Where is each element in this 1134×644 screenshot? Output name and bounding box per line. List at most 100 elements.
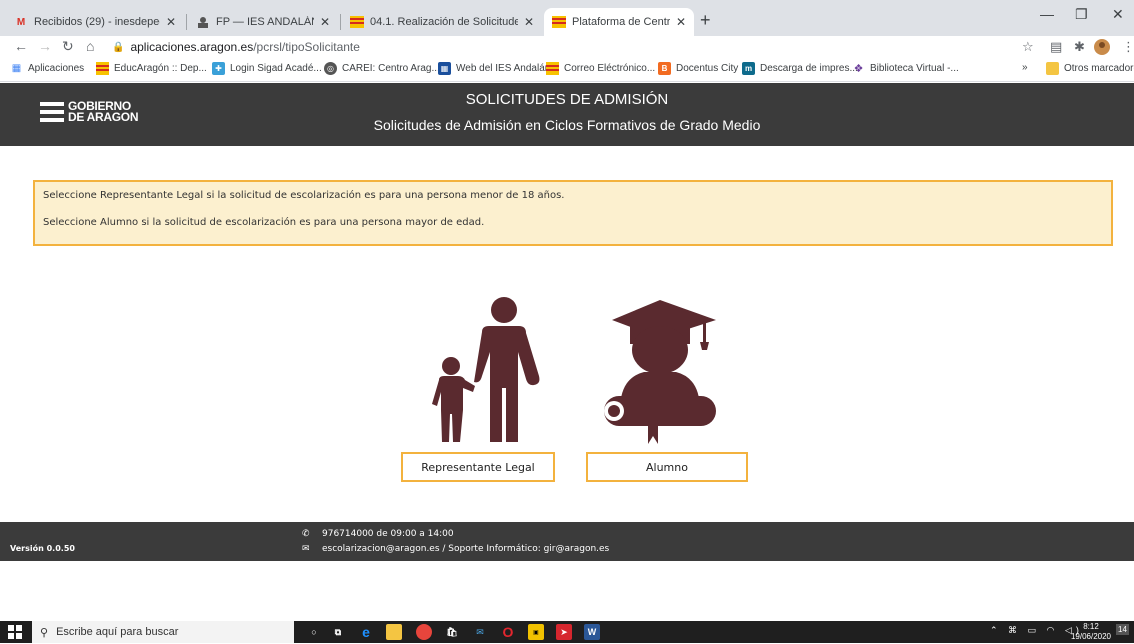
- tab-title: Recibidos (29) - inesdepedro@ic: [34, 16, 160, 28]
- word-icon[interactable]: W: [584, 624, 600, 640]
- bookmarks-overflow-button[interactable]: »: [1022, 62, 1028, 73]
- clock-date: 19/06/2020: [1070, 632, 1112, 641]
- search-placeholder: Escribe aquí para buscar: [56, 626, 179, 638]
- tab-separator: [186, 14, 187, 30]
- browser-toolbar: ← → ↻ ⌂ 🔒 aplicaciones.aragon.es/pcrsl/t…: [0, 36, 1134, 58]
- bookmark-biblioteca[interactable]: ❖ Biblioteca Virtual -...: [852, 62, 959, 75]
- bookmark-label: EducAragón :: Dep...: [114, 63, 207, 74]
- bookmark-label: Login Sigad Acadé...: [230, 63, 322, 74]
- search-icon: ⚲: [40, 626, 49, 639]
- puzzle-icon[interactable]: ✱: [1074, 39, 1085, 55]
- cortana-icon[interactable]: ○: [306, 624, 322, 640]
- tab-fp-ies[interactable]: FP — IES ANDALÁN - ZARAGOZA ✕: [188, 8, 338, 36]
- calendar-icon: ▦: [438, 62, 451, 75]
- info-notice: Seleccione Representante Legal si la sol…: [33, 180, 1113, 246]
- folder-icon: [1046, 62, 1059, 75]
- new-tab-button[interactable]: +: [700, 10, 711, 31]
- bookmark-label: Web del IES Andalán: [456, 63, 551, 74]
- reload-icon[interactable]: ↻: [62, 38, 74, 55]
- taskbar-search-input[interactable]: ⚲ Escribe aquí para buscar: [32, 621, 294, 643]
- tab-title: FP — IES ANDALÁN - ZARAGOZA: [216, 16, 314, 28]
- tab-separator: [340, 14, 341, 30]
- bookmark-label: Docentus City: [676, 63, 739, 74]
- profile-avatar[interactable]: [1094, 39, 1110, 58]
- bookmark-label: Otros marcadores: [1064, 63, 1134, 74]
- file-explorer-icon[interactable]: [386, 624, 402, 640]
- parent-child-icon[interactable]: [425, 296, 545, 442]
- notification-badge[interactable]: 14: [1116, 624, 1129, 635]
- back-icon[interactable]: ←: [14, 38, 28, 54]
- sigad-icon: ✚: [212, 62, 225, 75]
- windows-taskbar: ⚲ Escribe aquí para buscar ○ ⧉ e 🛍 ✉ O ▣…: [0, 621, 1134, 643]
- bookmark-label: CAREI: Centro Arag...: [342, 63, 440, 74]
- tab-title: 04.1. Realización de Solicitudes d: [370, 16, 518, 28]
- close-icon[interactable]: ✕: [166, 15, 176, 29]
- mail-icon[interactable]: ✉: [472, 624, 488, 640]
- home-icon[interactable]: ⌂: [86, 38, 94, 54]
- close-window-button[interactable]: ✕: [1112, 6, 1124, 23]
- tab-gmail[interactable]: M Recibidos (29) - inesdepedro@ic ✕: [6, 8, 184, 36]
- printer-icon: m: [742, 62, 755, 75]
- gmail-icon: M: [16, 16, 26, 28]
- maximize-button[interactable]: ❐: [1075, 6, 1088, 23]
- globe-icon: ◎: [324, 62, 337, 75]
- bookmark-label: »: [1022, 62, 1028, 73]
- lock-icon: 🔒: [112, 41, 125, 53]
- bookmark-sigad[interactable]: ✚ Login Sigad Acadé...: [212, 62, 322, 75]
- address-bar[interactable]: 🔒 aplicaciones.aragon.es/pcrsl/tipoSolic…: [112, 36, 1012, 58]
- bookmark-docentus[interactable]: B Docentus City: [658, 62, 738, 75]
- task-view-icon[interactable]: ⧉: [330, 624, 346, 640]
- chrome-icon[interactable]: [416, 624, 432, 640]
- bookmark-carei[interactable]: ◎ CAREI: Centro Arag...: [324, 62, 440, 75]
- url-path: /pcrsl/tipoSolicitante: [253, 40, 360, 54]
- forward-icon[interactable]: →: [38, 38, 52, 54]
- bookmark-other[interactable]: Otros marcadores: [1046, 62, 1134, 75]
- app-icon[interactable]: ▣: [528, 624, 544, 640]
- alumno-button[interactable]: Alumno: [586, 452, 748, 482]
- windows-start-icon[interactable]: [8, 625, 22, 644]
- browser-tab-strip: M Recibidos (29) - inesdepedro@ic ✕ FP —…: [0, 0, 1134, 36]
- site-header: GOBIERNO DE ARAGON SOLICITUDES DE ADMISI…: [0, 83, 1134, 146]
- bookmark-ies-andalan[interactable]: ▦ Web del IES Andalán: [438, 62, 550, 75]
- library-icon: ❖: [853, 63, 864, 75]
- bookmark-apps[interactable]: ▦ Aplicaciones: [10, 62, 84, 75]
- footer-phone: ✆ 976714000 de 09:00 a 14:00: [302, 529, 454, 539]
- tab-plataforma[interactable]: Plataforma de Centros Educativo ✕: [544, 8, 694, 36]
- store-icon[interactable]: 🛍: [444, 624, 460, 640]
- bookmark-label: Biblioteca Virtual -...: [870, 63, 959, 74]
- apps-grid-icon: ▦: [11, 63, 22, 74]
- bookmark-correo[interactable]: Correo Eléctrónico...: [546, 62, 655, 75]
- email-text[interactable]: escolarizacion@aragon.es / Soporte Infor…: [322, 544, 609, 554]
- tab-solicitudes[interactable]: 04.1. Realización de Solicitudes d ✕: [342, 8, 542, 36]
- bookmark-label: Aplicaciones: [28, 63, 85, 74]
- site-footer: Versión 0.0.50 ✆ 976714000 de 09:00 a 14…: [0, 522, 1134, 561]
- edge-icon[interactable]: e: [358, 624, 374, 640]
- opera-icon[interactable]: O: [500, 624, 516, 640]
- app-red-icon[interactable]: ➤: [556, 624, 572, 640]
- url-host: aplicaciones.aragon.es: [130, 40, 254, 54]
- extension-icon[interactable]: ▤: [1050, 39, 1062, 55]
- info-line-student: Seleccione Alumno si la solicitud de esc…: [43, 217, 485, 228]
- version-label: Versión 0.0.50: [10, 544, 75, 553]
- graduate-icon[interactable]: [596, 300, 718, 444]
- close-icon[interactable]: ✕: [676, 15, 686, 29]
- footer-email: ✉ escolarizacion@aragon.es / Soporte Inf…: [302, 544, 609, 554]
- minimize-button[interactable]: —: [1040, 6, 1054, 22]
- bookmark-educaragon[interactable]: EducAragón :: Dep...: [96, 62, 207, 75]
- envelope-icon: ✉: [302, 544, 310, 554]
- aragon-flag-icon: [552, 15, 566, 29]
- aragon-flag-icon: [350, 15, 364, 29]
- clock[interactable]: 8:12 19/06/2020: [1066, 622, 1116, 642]
- close-icon[interactable]: ✕: [524, 15, 534, 29]
- close-icon[interactable]: ✕: [320, 15, 330, 29]
- star-icon[interactable]: ☆: [1022, 39, 1034, 55]
- bookmarks-bar: ▦ Aplicaciones EducAragón :: Dep... ✚ Logi…: [0, 58, 1134, 82]
- avatar-icon: [196, 15, 210, 29]
- bookmark-descarga[interactable]: m Descarga de impres...: [742, 62, 858, 75]
- aragon-flag-icon: [546, 62, 559, 75]
- page-title: SOLICITUDES DE ADMISIÓN: [465, 91, 669, 108]
- representante-legal-button[interactable]: Representante Legal: [401, 452, 555, 482]
- docentus-icon: B: [658, 62, 671, 75]
- phone-text: 976714000 de 09:00 a 14:00: [322, 529, 454, 539]
- menu-icon[interactable]: ⋮: [1122, 39, 1134, 55]
